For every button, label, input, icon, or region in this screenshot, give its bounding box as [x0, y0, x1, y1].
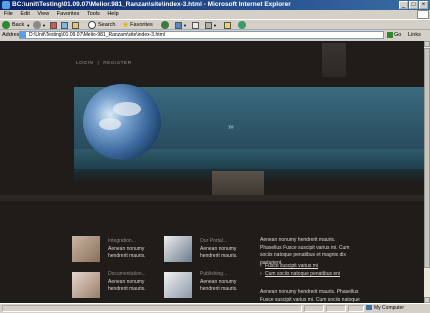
- status-segment: [326, 305, 346, 312]
- feature-title[interactable]: Integration...: [108, 238, 136, 244]
- globe-image: [83, 84, 161, 160]
- media-icon: [161, 21, 169, 29]
- feature-title[interactable]: Documentation...: [108, 271, 146, 277]
- bullet-arrow-icon: ›: [260, 271, 262, 277]
- stop-icon: [50, 21, 57, 29]
- stop-button[interactable]: [50, 20, 57, 30]
- search-icon: [88, 21, 96, 29]
- feature-text: hendrerit mauris.: [200, 253, 238, 259]
- back-label: Back: [12, 22, 25, 28]
- chevrons-right-icon[interactable]: ›››: [228, 122, 234, 131]
- toolbar: Back ▼ ▼ Search ★ Favorites ▼ ▼: [0, 19, 430, 30]
- center-decoration: [212, 171, 264, 195]
- edit-button[interactable]: ▼: [205, 20, 217, 30]
- zone-indicator: My Computer: [366, 305, 404, 312]
- link-item[interactable]: › Cum sociis natoque penatibus eni: [260, 271, 340, 277]
- register-link[interactable]: REGISTER: [103, 61, 132, 66]
- chevron-down-icon: ▼: [213, 22, 217, 28]
- address-input[interactable]: D:\Unit\Testing\01.09.07\Melio-981_Ranza…: [19, 31, 384, 39]
- status-message: [2, 305, 302, 312]
- page-viewport: LOGIN | REGISTER ››› Integration... Aenean…: [0, 41, 424, 303]
- mail-button[interactable]: ▼: [175, 20, 187, 30]
- refresh-button[interactable]: [61, 20, 68, 30]
- publishing-image: [164, 272, 192, 298]
- documentation-image: [72, 272, 100, 298]
- bullet-arrow-icon: ›: [260, 263, 262, 269]
- star-icon: ★: [122, 20, 130, 29]
- forward-arrow-icon: [33, 21, 41, 29]
- close-button[interactable]: ×: [419, 1, 428, 9]
- scroll-thumb[interactable]: [424, 48, 430, 268]
- address-bar: Address D:\Unit\Testing\01.09.07\Melio-9…: [0, 30, 430, 40]
- go-label: Go: [394, 32, 402, 38]
- page-icon: [20, 32, 26, 38]
- window-title: BC:\unit\Testing\01.09.07\Melior.981_Ran…: [12, 1, 291, 8]
- go-arrow-icon: [387, 31, 393, 38]
- feature-title[interactable]: Our Portal...: [200, 238, 227, 244]
- menu-file[interactable]: File: [4, 10, 13, 19]
- mail-icon: [175, 21, 182, 29]
- chevron-down-icon: ▼: [26, 22, 31, 28]
- folder-icon: [224, 21, 231, 29]
- links-button[interactable]: Links: [408, 31, 421, 39]
- header-decoration: [322, 43, 346, 77]
- menu-help[interactable]: Help: [107, 10, 118, 19]
- title-bar: BC:\unit\Testing\01.09.07\Melior.981_Ran…: [0, 0, 430, 10]
- computer-icon: [366, 305, 372, 311]
- browser-window: BC:\unit\Testing\01.09.07\Melior.981_Ran…: [0, 0, 430, 313]
- favorites-label: Favorites: [130, 22, 153, 28]
- portal-paragraph-2: Aenean nonumy hendrerit mauris. Phasellu…: [260, 289, 360, 303]
- integration-image: [72, 236, 100, 262]
- search-button[interactable]: Search: [88, 20, 115, 30]
- menu-view[interactable]: View: [37, 10, 49, 19]
- divider-bar: [0, 195, 424, 201]
- cloud-shape: [113, 102, 141, 116]
- back-arrow-icon: [2, 21, 10, 29]
- home-button[interactable]: [72, 20, 79, 30]
- scroll-up-icon[interactable]: [424, 41, 430, 47]
- nav-separator: |: [97, 61, 100, 66]
- link-text[interactable]: Cum sociis natoque penatibus eni: [265, 271, 340, 277]
- feature-title[interactable]: Publishing...: [200, 271, 227, 277]
- back-button[interactable]: Back ▼: [2, 20, 30, 30]
- media-button[interactable]: [161, 20, 169, 30]
- print-icon: [192, 21, 199, 29]
- maximize-button[interactable]: □: [409, 1, 418, 9]
- messenger-icon: [238, 21, 246, 29]
- ie-icon: [2, 1, 10, 9]
- menu-favorites[interactable]: Favorites: [57, 10, 80, 19]
- zone-label: My Computer: [374, 305, 405, 311]
- chevron-down-icon: ▼: [42, 22, 46, 28]
- search-label: Search: [98, 22, 116, 28]
- messenger-button[interactable]: [238, 20, 246, 30]
- feature-text: hendrerit mauris.: [200, 286, 238, 292]
- menu-edit[interactable]: Edit: [20, 10, 29, 19]
- feature-text: hendrerit mauris.: [108, 286, 146, 292]
- login-link[interactable]: LOGIN: [76, 61, 93, 66]
- minimize-button[interactable]: _: [399, 1, 408, 9]
- refresh-icon: [61, 21, 68, 29]
- folder-button[interactable]: [224, 20, 231, 30]
- feature-text: hendrerit mauris.: [108, 253, 146, 259]
- status-segment: [348, 305, 364, 312]
- menu-bar: File Edit View Favorites Tools Help: [0, 10, 430, 19]
- status-segment: [304, 305, 324, 312]
- link-item[interactable]: › Fusce suscipit varius mi: [260, 263, 318, 269]
- portal-image: [164, 236, 192, 262]
- forward-button[interactable]: ▼: [33, 20, 46, 30]
- favorites-button[interactable]: ★ Favorites: [122, 20, 153, 30]
- edit-icon: [205, 21, 212, 29]
- home-icon: [72, 21, 79, 29]
- link-text[interactable]: Fusce suscipit varius mi: [265, 263, 318, 269]
- chevron-down-icon: ▼: [183, 22, 187, 28]
- print-button[interactable]: [192, 20, 199, 30]
- vertical-scrollbar[interactable]: [424, 41, 430, 303]
- menu-tools[interactable]: Tools: [87, 10, 100, 19]
- cloud-shape: [99, 118, 121, 130]
- windows-logo-icon: [417, 10, 429, 19]
- go-button[interactable]: Go: [387, 31, 403, 39]
- site-nav: LOGIN | REGISTER: [76, 61, 136, 66]
